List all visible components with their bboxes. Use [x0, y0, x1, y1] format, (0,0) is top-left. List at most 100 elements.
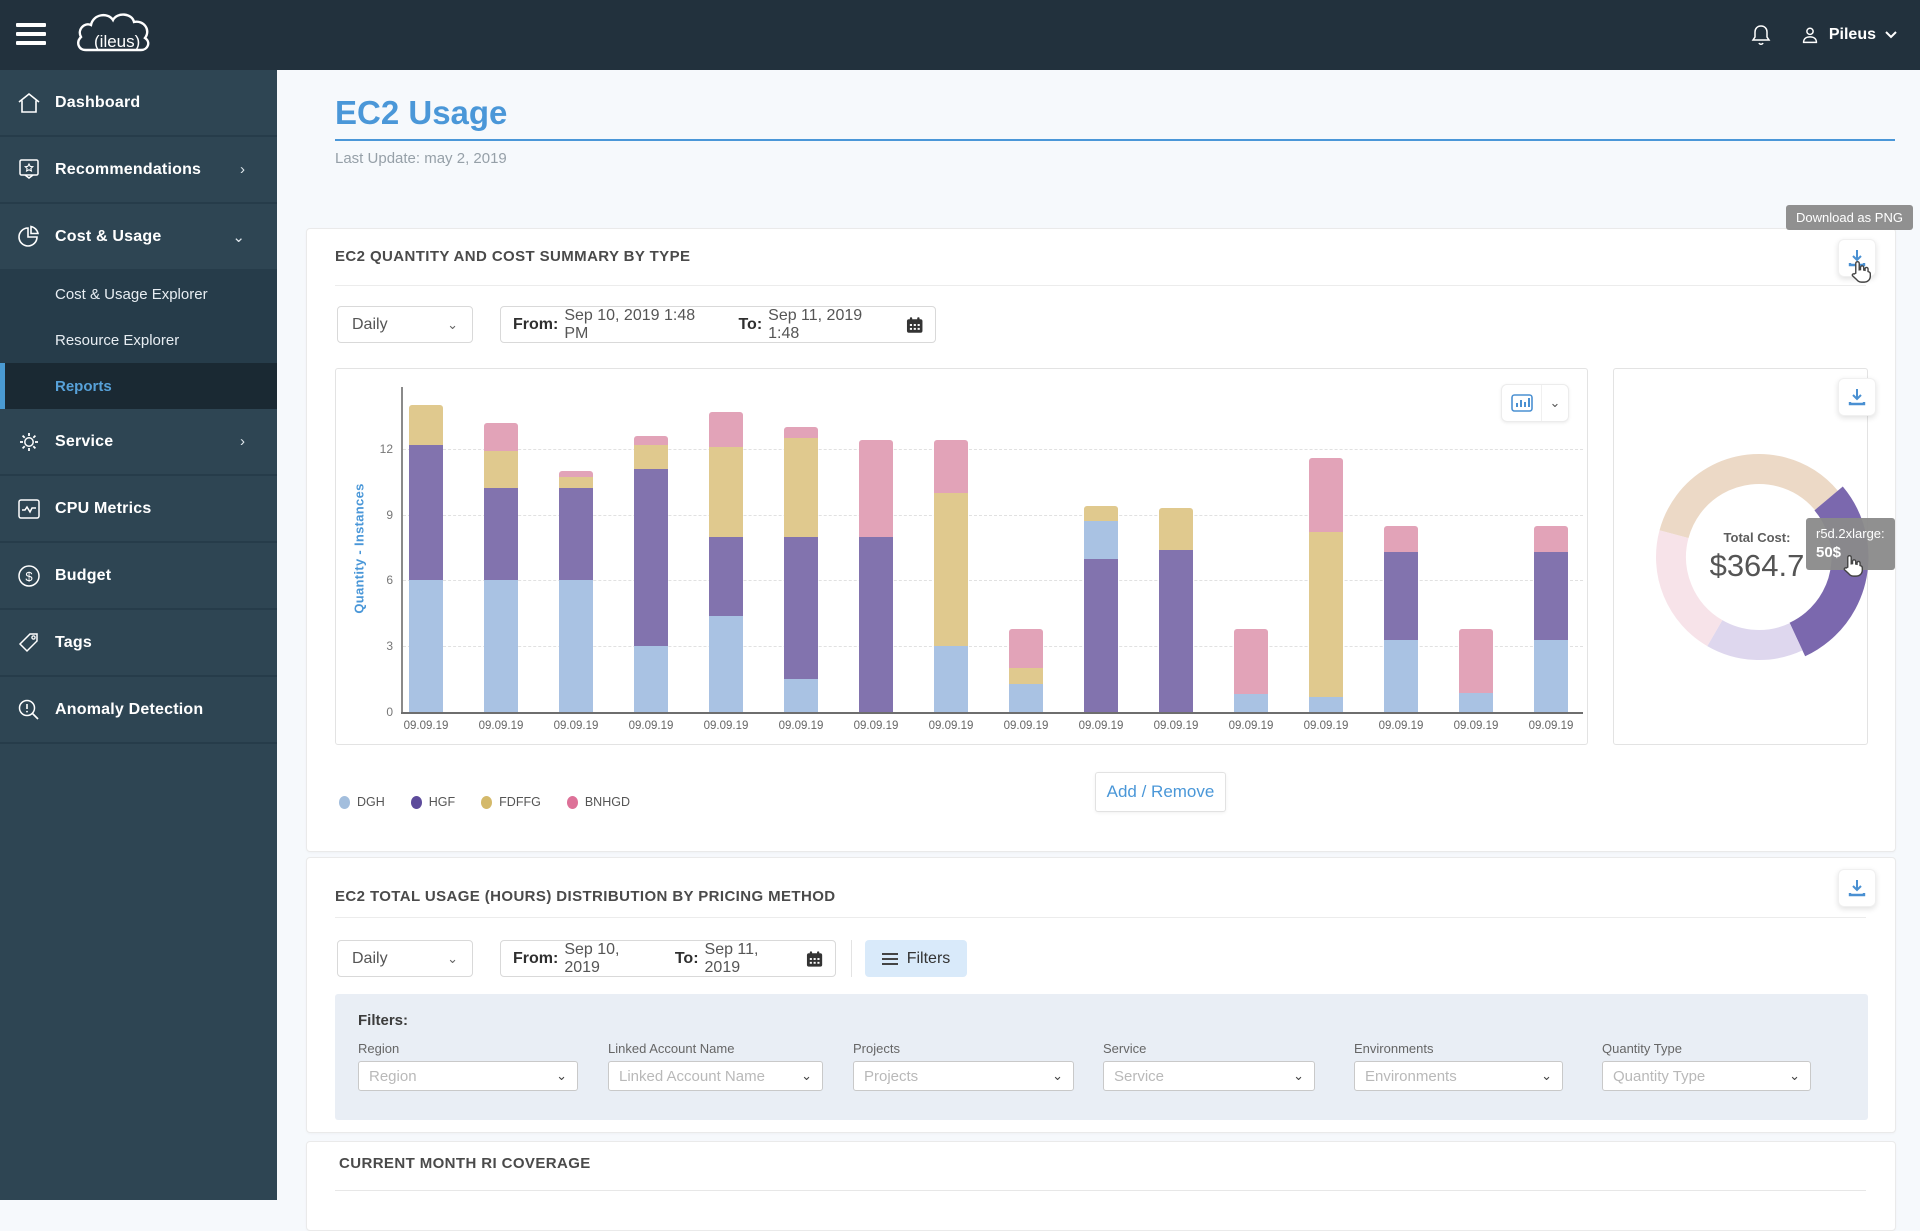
bar-segment-hgf: [484, 488, 518, 581]
filter-select-projects[interactable]: Projects ⌄: [853, 1061, 1074, 1091]
bar-segment-fdffg: [784, 438, 818, 537]
bar-segment-hgf: [784, 536, 818, 680]
bar-segment-dgh: [409, 580, 443, 712]
x-tick-label: 09.09.19: [1528, 720, 1574, 732]
divider: [335, 917, 1866, 918]
chevron-down-icon: ⌄: [447, 950, 458, 966]
filter-select-service[interactable]: Service ⌄: [1103, 1061, 1315, 1091]
bar-segment-dgh: [934, 646, 968, 712]
stacked-bar[interactable]: [634, 435, 668, 712]
sidebar-item-recommendations[interactable]: Recommendations ›: [0, 137, 277, 204]
stacked-bar[interactable]: [409, 405, 443, 712]
legend-dot: [481, 795, 493, 809]
filter-select-quantity-type[interactable]: Quantity Type ⌄: [1602, 1061, 1811, 1091]
home-icon: [18, 92, 40, 113]
chevron-down-icon: ⌄: [1541, 1068, 1552, 1083]
bar-segment-fdffg: [1009, 668, 1043, 684]
bar-segment-hgf: [559, 488, 593, 581]
page-title: EC2 Usage: [335, 94, 508, 131]
x-tick-label: 09.09.19: [1303, 720, 1349, 732]
top-bar: (ileus) Pileus: [0, 0, 1920, 70]
stacked-bar[interactable]: [1009, 628, 1043, 712]
filter-label-service: Service: [1103, 1041, 1147, 1056]
sidebar-item-tags[interactable]: Tags: [0, 610, 277, 677]
sidebar-item-budget[interactable]: $ Budget: [0, 543, 277, 610]
x-tick-label: 09.09.19: [1003, 720, 1049, 732]
sidebar-item-cpu-metrics[interactable]: CPU Metrics: [0, 476, 277, 543]
filter-placeholder: Projects: [864, 1067, 919, 1085]
filter-select-region[interactable]: Region ⌄: [358, 1061, 578, 1091]
legend-item-hgf[interactable]: HGF: [410, 795, 455, 809]
stacked-bar[interactable]: [1384, 525, 1418, 712]
stacked-bar[interactable]: [1459, 628, 1493, 712]
bar-segment-hgf: [1534, 551, 1568, 640]
chart-legend: DGH HGF FDFFG BNHGD: [339, 795, 630, 809]
bar-segment-bnhgd: [859, 440, 893, 537]
hamburger-menu-icon[interactable]: [16, 23, 46, 47]
ri-section-title: CURRENT MONTH RI COVERAGE: [339, 1155, 591, 1172]
y-tick-label: 9: [386, 507, 393, 522]
pricing-granularity-select[interactable]: Daily ⌄: [337, 940, 473, 977]
sidebar-subitem-reports[interactable]: Reports: [0, 363, 277, 409]
pileus-logo: (ileus): [77, 13, 150, 52]
user-menu[interactable]: Pileus: [1799, 24, 1898, 46]
bar-segment-fdffg: [1309, 532, 1343, 697]
filters-button[interactable]: Filters: [865, 940, 967, 977]
divider: [851, 940, 852, 977]
filter-select-linked-account-name[interactable]: Linked Account Name ⌄: [608, 1061, 823, 1091]
bar-segment-bnhgd: [484, 422, 518, 452]
add-remove-button[interactable]: Add / Remove: [1095, 772, 1226, 812]
calendar-icon: [906, 316, 923, 333]
download-png-tooltip: Download as PNG: [1786, 205, 1913, 230]
sidebar-item-anomaly-detection[interactable]: Anomaly Detection: [0, 677, 277, 744]
bar-segment-dgh: [709, 615, 743, 712]
chevron-down-icon: ⌄: [1789, 1068, 1800, 1083]
chart-type-toggle[interactable]: ⌄: [1501, 384, 1569, 422]
sidebar-item-cost-usage[interactable]: Cost & Usage ⌄: [0, 204, 277, 271]
stacked-bar[interactable]: [1534, 525, 1568, 712]
sidebar-subitem-resource-explorer[interactable]: Resource Explorer: [0, 317, 277, 363]
notification-bell-icon[interactable]: [1749, 23, 1773, 47]
bar-segment-bnhgd: [1309, 457, 1343, 533]
legend-dot: [339, 795, 350, 809]
stacked-bar[interactable]: [1309, 457, 1343, 712]
download-pricing-button[interactable]: [1838, 869, 1876, 907]
bar-segment-hgf: [1159, 549, 1193, 712]
chevron-right-icon: ›: [240, 161, 245, 178]
sidebar-item-dashboard[interactable]: Dashboard: [0, 70, 277, 137]
bar-segment-bnhgd: [1459, 628, 1493, 694]
sidebar-item-label: Cost & Usage: [55, 227, 162, 245]
download-summary-button[interactable]: [1838, 239, 1876, 277]
sidebar-subitem-cost-usage-explorer[interactable]: Cost & Usage Explorer: [0, 271, 277, 317]
stacked-bar[interactable]: [784, 427, 818, 712]
summary-granularity-select[interactable]: Daily ⌄: [337, 306, 473, 343]
stacked-bar[interactable]: [1234, 628, 1268, 712]
summary-date-range[interactable]: From: Sep 10, 2019 1:48 PM To: Sep 11, 201…: [500, 306, 936, 343]
stacked-bar[interactable]: [934, 440, 968, 712]
stacked-bar[interactable]: [484, 422, 518, 712]
bar-segment-dgh: [1009, 683, 1043, 712]
pricing-date-range[interactable]: From: Sep 10, 2019 To: Sep 11, 2019: [500, 940, 836, 977]
x-tick-label: 09.09.19: [1153, 720, 1199, 732]
stacked-bar[interactable]: [1159, 508, 1193, 712]
bar-segment-fdffg: [634, 444, 668, 469]
sidebar-item-service[interactable]: Service ›: [0, 409, 277, 476]
legend-label: FDFFG: [499, 795, 541, 809]
bar-segment-dgh: [559, 580, 593, 712]
metrics-icon: [18, 498, 40, 519]
legend-item-dgh[interactable]: DGH: [339, 795, 385, 809]
legend-item-bnhgd[interactable]: BNHGD: [566, 795, 630, 809]
tag-icon: [18, 632, 38, 652]
stacked-bar[interactable]: [1084, 505, 1118, 712]
stacked-bar[interactable]: [709, 411, 743, 712]
legend-item-fdffg[interactable]: FDFFG: [481, 795, 541, 809]
svg-text:(ileus): (ileus): [94, 32, 140, 51]
download-icon: [1848, 880, 1866, 897]
stacked-bar[interactable]: [859, 440, 893, 712]
download-donut-button[interactable]: [1838, 378, 1876, 416]
stacked-bar[interactable]: [559, 470, 593, 712]
last-update-text: Last Update: may 2, 2019: [335, 150, 507, 167]
filter-select-environments[interactable]: Environments ⌄: [1354, 1061, 1563, 1091]
x-tick-label: 09.09.19: [1078, 720, 1124, 732]
x-tick-label: 09.09.19: [1228, 720, 1274, 732]
